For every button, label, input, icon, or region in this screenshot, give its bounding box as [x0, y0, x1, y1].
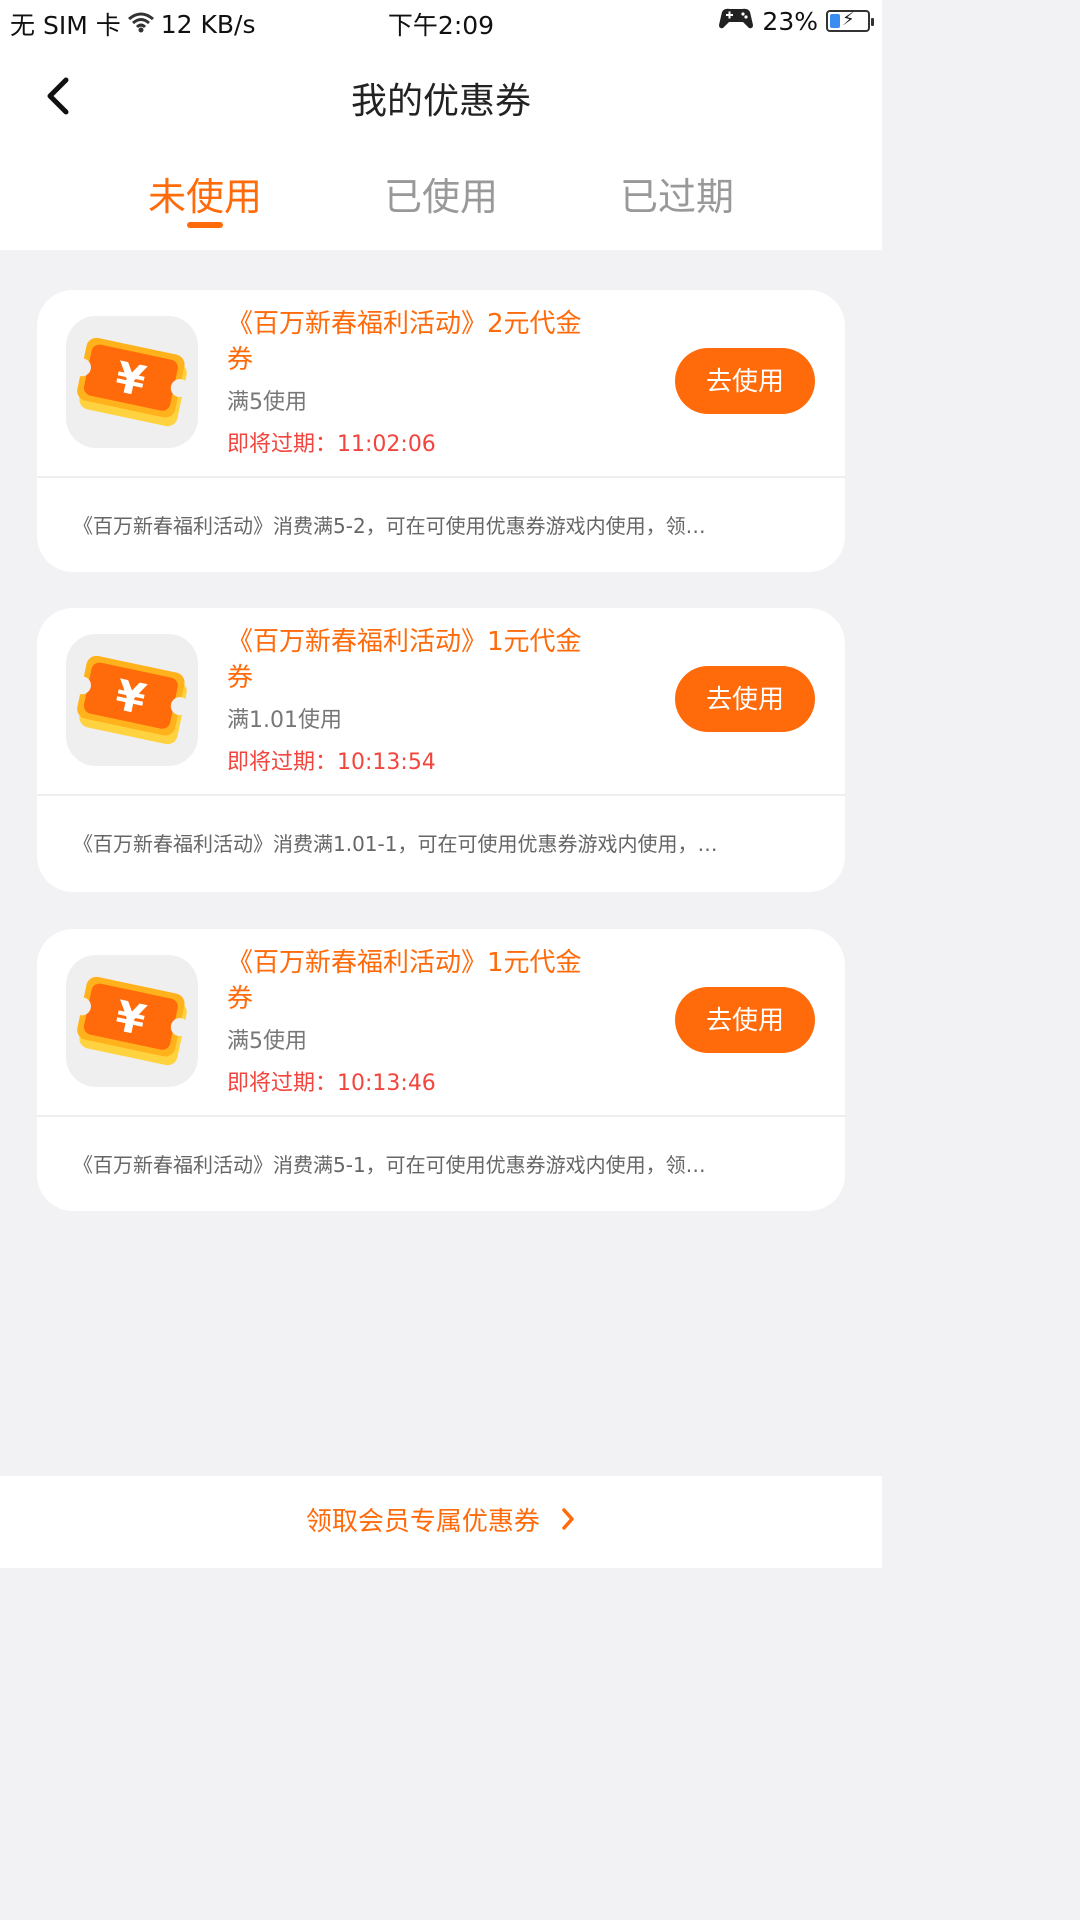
battery-icon: ⚡ [826, 9, 874, 32]
battery-percent: 23% [762, 6, 818, 36]
coupon-condition: 满5使用 [227, 1029, 307, 1054]
status-right: 23% ⚡ [718, 6, 874, 36]
coupon-description: 《百万新春福利活动》消费满5-2，可在可使用优惠券游戏内使用，领… [73, 514, 706, 538]
coupon-condition: 满1.01使用 [227, 708, 342, 733]
coupon-card: ¥ 《百万新春福利活动》2元代金券 满5使用 即将过期：11:02:06 去使用… [37, 290, 845, 572]
use-coupon-button[interactable]: 去使用 [675, 666, 815, 732]
status-bar: 无 SIM 卡 12 KB/s 下午2:09 23% ⚡ [0, 0, 882, 46]
yuan-ticket-icon: ¥ [72, 976, 189, 1066]
yuan-ticket-icon: ¥ [72, 655, 189, 745]
member-coupon-link[interactable]: 领取会员专属优惠券 [0, 1476, 882, 1568]
coupon-description: 《百万新春福利活动》消费满1.01-1，可在可使用优惠券游戏内使用，… [73, 832, 718, 856]
coupon-name: 《百万新春福利活动》1元代金券 [227, 948, 582, 1014]
coupon-card: ¥ 《百万新春福利活动》1元代金券 满5使用 即将过期：10:13:46 去使用… [37, 929, 845, 1211]
coupon-icon-box: ¥ [66, 634, 198, 766]
card-divider [37, 794, 845, 796]
coupon-icon-box: ¥ [66, 955, 198, 1087]
use-coupon-button[interactable]: 去使用 [675, 348, 815, 414]
active-tab-indicator [187, 222, 223, 228]
tab-unused[interactable]: 未使用 [115, 166, 295, 221]
yuan-ticket-icon: ¥ [72, 337, 189, 427]
coupon-expire: 即将过期：11:02:06 [227, 432, 436, 457]
coupon-card: ¥ 《百万新春福利活动》1元代金券 满1.01使用 即将过期：10:13:54 … [37, 608, 845, 892]
chevron-right-icon [560, 1477, 576, 1569]
coupon-condition: 满5使用 [227, 390, 307, 415]
coupon-name: 《百万新春福利活动》2元代金券 [227, 309, 582, 375]
use-coupon-button[interactable]: 去使用 [675, 987, 815, 1053]
coupon-expire: 即将过期：10:13:46 [227, 1071, 436, 1096]
member-coupon-label: 领取会员专属优惠券 [305, 1507, 540, 1537]
app: 无 SIM 卡 12 KB/s 下午2:09 23% ⚡ 我的优惠券 未使用 已… [0, 0, 882, 1568]
tab-expired[interactable]: 已过期 [587, 166, 767, 221]
page-title: 我的优惠券 [350, 81, 531, 122]
tab-bar: 未使用 已使用 已过期 [0, 166, 882, 236]
tab-used[interactable]: 已使用 [351, 166, 531, 221]
coupon-description: 《百万新春福利活动》消费满5-1，可在可使用优惠券游戏内使用，领… [73, 1153, 706, 1177]
coupon-name: 《百万新春福利活动》1元代金券 [227, 627, 582, 693]
card-divider [37, 476, 845, 478]
card-divider [37, 1115, 845, 1117]
coupon-icon-box: ¥ [66, 316, 198, 448]
gamepad-icon [718, 6, 754, 36]
coupon-expire: 即将过期：10:13:54 [227, 750, 436, 775]
header: 我的优惠券 未使用 已使用 已过期 [0, 46, 882, 250]
